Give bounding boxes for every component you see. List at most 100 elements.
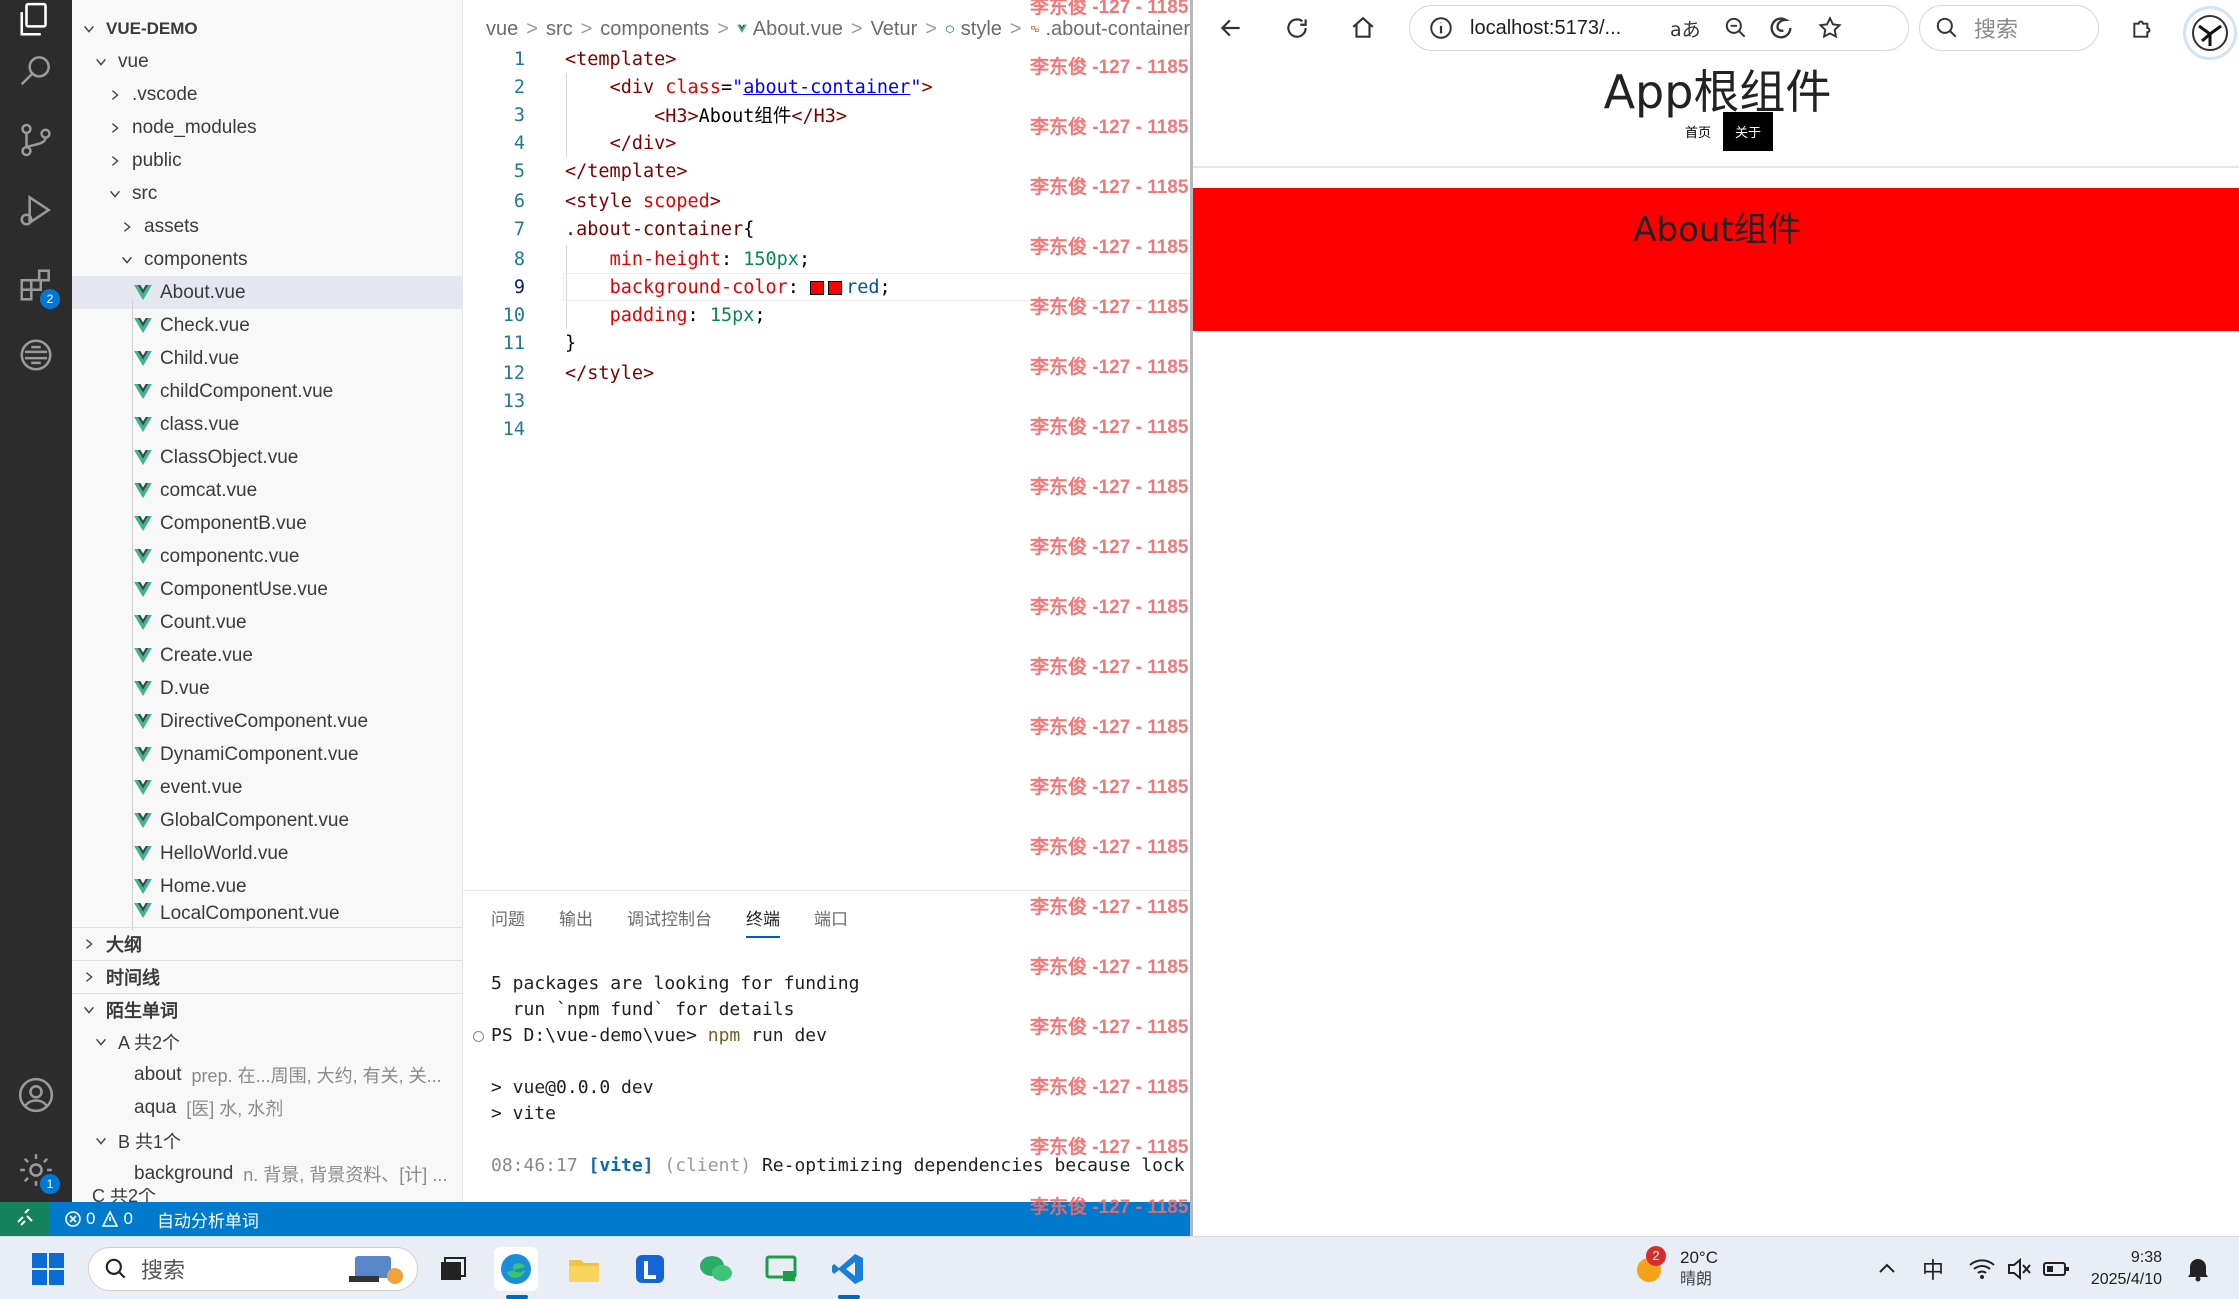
folder-item[interactable]: public xyxy=(72,144,462,177)
address-bar[interactable]: localhost:5173/... aあ xyxy=(1409,5,1909,51)
color-swatch[interactable] xyxy=(828,280,843,295)
edge-copilot-icon[interactable] xyxy=(1767,14,1795,42)
favorite-star-icon[interactable] xyxy=(1817,15,1843,41)
web-page: App根组件 首页 关于 About组件 xyxy=(1193,56,2239,1236)
file-item[interactable]: class.vue xyxy=(72,408,462,441)
notification-bell-icon[interactable] xyxy=(2186,1237,2210,1299)
edge-taskbar-icon[interactable] xyxy=(494,1247,538,1291)
search-icon[interactable] xyxy=(0,40,72,100)
extensions-icon[interactable]: 2 xyxy=(0,255,72,315)
word-text: about xyxy=(134,1063,182,1085)
file-item[interactable]: comcat.vue xyxy=(72,474,462,507)
folder-item[interactable]: assets xyxy=(72,210,462,243)
file-item[interactable]: LocalComponent.vue xyxy=(72,903,462,921)
folder-item[interactable]: vue xyxy=(72,45,462,78)
file-item[interactable]: DynamiComponent.vue xyxy=(72,738,462,771)
file-item[interactable]: childComponent.vue xyxy=(72,375,462,408)
weather-widget[interactable]: 2 20°C 晴朗 xyxy=(1630,1237,1718,1299)
file-item[interactable]: GlobalComponent.vue xyxy=(72,804,462,837)
folder-item[interactable]: node_modules xyxy=(72,111,462,144)
file-item[interactable]: Create.vue xyxy=(72,639,462,672)
status-task[interactable]: 自动分析单词 xyxy=(157,1207,259,1232)
file-explorer-icon[interactable] xyxy=(562,1247,606,1291)
folder-item[interactable]: .vscode xyxy=(72,78,462,111)
folder-item[interactable]: src xyxy=(72,177,462,210)
tab-problems[interactable]: 问题 xyxy=(491,905,525,938)
word-group-c[interactable]: C 共2个 xyxy=(72,1188,462,1202)
info-icon[interactable] xyxy=(1428,15,1454,41)
file-item[interactable]: HelloWorld.vue xyxy=(72,837,462,870)
screen-app-icon[interactable] xyxy=(760,1247,804,1291)
folder-item[interactable]: components xyxy=(72,243,462,276)
color-swatch[interactable] xyxy=(810,280,825,295)
explorer-icon[interactable] xyxy=(0,0,72,40)
word-group-b[interactable]: B 共1个 xyxy=(72,1124,462,1157)
profile-avatar[interactable] xyxy=(2183,6,2237,60)
taskbar-search[interactable]: 搜索 xyxy=(88,1247,418,1291)
nav-about-link[interactable]: 关于 xyxy=(1723,112,1774,151)
word-group-b-label: B 共1个 xyxy=(118,1131,182,1152)
remote-explorer-icon[interactable] xyxy=(0,325,72,385)
file-item[interactable]: Check.vue xyxy=(72,309,462,342)
file-item[interactable]: event.vue xyxy=(72,771,462,804)
nav-home-link[interactable]: 首页 xyxy=(1673,112,1723,151)
breadcrumb-item[interactable]: Vetur xyxy=(871,18,918,41)
breadcrumb-item[interactable]: vue xyxy=(486,18,518,41)
outline-section[interactable]: 大纲 xyxy=(72,927,462,960)
word-item[interactable]: about prep. 在...周围, 大约, 有关, 关... xyxy=(72,1058,462,1091)
breadcrumb-item[interactable]: About.vue xyxy=(753,18,843,41)
file-item[interactable]: D.vue xyxy=(72,672,462,705)
breadcrumb-item[interactable]: components xyxy=(600,18,709,41)
vscode-taskbar-icon[interactable] xyxy=(826,1247,870,1291)
run-debug-icon[interactable] xyxy=(0,180,72,240)
app-blue-icon[interactable] xyxy=(628,1247,672,1291)
file-item[interactable]: About.vue xyxy=(72,276,462,309)
tab-terminal[interactable]: 终端 xyxy=(746,905,780,938)
start-button[interactable] xyxy=(26,1247,70,1291)
file-item[interactable]: DirectiveComponent.vue xyxy=(72,705,462,738)
words-section[interactable]: 陌生单词 xyxy=(72,993,462,1026)
clock[interactable]: 9:38 2025/4/10 xyxy=(2090,1237,2162,1299)
wifi-icon[interactable] xyxy=(1968,1237,1996,1299)
remote-indicator[interactable] xyxy=(0,1202,50,1236)
browser-search-box[interactable]: 搜索 xyxy=(1919,5,2099,51)
task-view-icon[interactable] xyxy=(430,1247,474,1291)
word-group-a[interactable]: A 共2个 xyxy=(72,1025,462,1058)
file-item[interactable]: ClassObject.vue xyxy=(72,441,462,474)
battery-icon[interactable] xyxy=(2042,1237,2070,1299)
extensions-button[interactable] xyxy=(2123,8,2163,48)
file-item[interactable]: Child.vue xyxy=(72,342,462,375)
timeline-section[interactable]: 时间线 xyxy=(72,960,462,993)
file-item[interactable]: Count.vue xyxy=(72,606,462,639)
url-text[interactable]: localhost:5173/... xyxy=(1470,17,1640,40)
account-icon[interactable] xyxy=(0,1065,72,1125)
word-item[interactable]: background n. 背景, 背景资料、[计] ... xyxy=(72,1157,462,1190)
breadcrumb-item[interactable]: style xyxy=(961,18,1002,41)
word-item[interactable]: aqua [医] 水, 水剂 xyxy=(72,1091,462,1124)
volume-muted-icon[interactable] xyxy=(2006,1237,2032,1299)
command-decoration-icon[interactable] xyxy=(473,1031,484,1042)
tab-ports[interactable]: 端口 xyxy=(814,905,848,938)
tab-debug-console[interactable]: 调试控制台 xyxy=(627,905,712,938)
file-item[interactable]: ComponentUse.vue xyxy=(72,573,462,606)
reload-button[interactable] xyxy=(1277,8,1317,48)
translate-icon[interactable]: aあ xyxy=(1670,15,1701,42)
breadcrumb-item[interactable]: src xyxy=(546,18,573,41)
breadcrumb-item[interactable]: .about-container xyxy=(1045,18,1190,41)
file-item[interactable]: componentc.vue xyxy=(72,540,462,573)
explorer-root[interactable]: VUE-DEMO xyxy=(72,12,462,45)
tray-chevron-icon[interactable] xyxy=(1876,1237,1898,1299)
home-button[interactable] xyxy=(1343,8,1383,48)
file-item[interactable]: ComponentB.vue xyxy=(72,507,462,540)
ime-indicator[interactable]: 中 xyxy=(1922,1237,1944,1299)
source-control-icon[interactable] xyxy=(0,110,72,170)
tree-item-label: ClassObject.vue xyxy=(160,446,299,468)
wechat-icon[interactable] xyxy=(694,1247,738,1291)
file-item[interactable]: Home.vue xyxy=(72,870,462,903)
back-button[interactable] xyxy=(1211,8,1251,48)
settings-gear-icon[interactable]: 1 xyxy=(0,1140,72,1200)
zoom-out-icon[interactable] xyxy=(1723,15,1749,41)
tab-output[interactable]: 输出 xyxy=(559,905,593,938)
indent-guide xyxy=(566,245,567,329)
problems-indicator[interactable]: 0 0 xyxy=(64,1209,133,1229)
